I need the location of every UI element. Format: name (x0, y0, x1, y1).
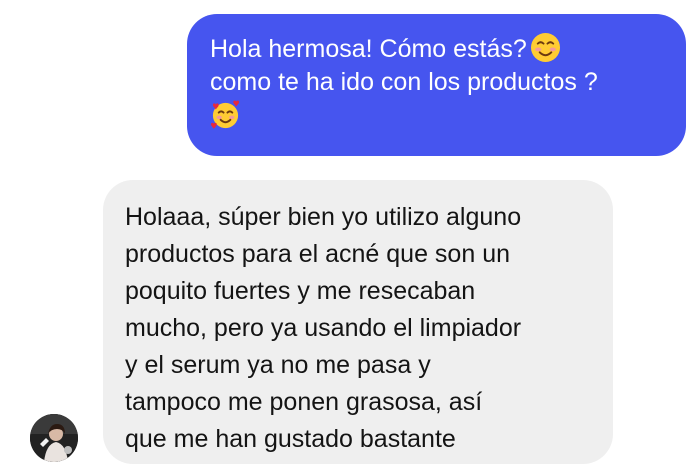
smiling-face-with-hearts-icon (210, 100, 240, 130)
message-thread: Hola hermosa! Cómo estás? como te ha ido… (0, 0, 700, 466)
message-line: productos para el acné que son un (125, 240, 510, 268)
message-line: y el serum ya no me pasa y (125, 351, 431, 379)
smiling-face-icon (530, 32, 560, 63)
message-line: Holaaa, súper bien yo utilizo alguno (125, 203, 522, 231)
outgoing-message-bubble[interactable]: Hola hermosa! Cómo estás? como te ha ido… (187, 14, 686, 156)
message-line: poquito fuertes y me resecaban (125, 277, 476, 305)
message-line: mucho, pero ya usando el limpiador (125, 314, 522, 342)
message-line: que me han gustado bastante (125, 425, 456, 453)
message-line: Hola hermosa! Cómo estás? (210, 32, 664, 66)
message-line (210, 99, 664, 133)
avatar[interactable] (30, 414, 78, 462)
incoming-message-bubble[interactable]: Holaaa, súper bien yo utilizo alguno pro… (103, 180, 613, 464)
message-line: tampoco me ponen grasosa, así (125, 388, 483, 416)
profile-photo (30, 414, 78, 462)
message-line: como te ha ido con los productos ? (210, 68, 598, 96)
